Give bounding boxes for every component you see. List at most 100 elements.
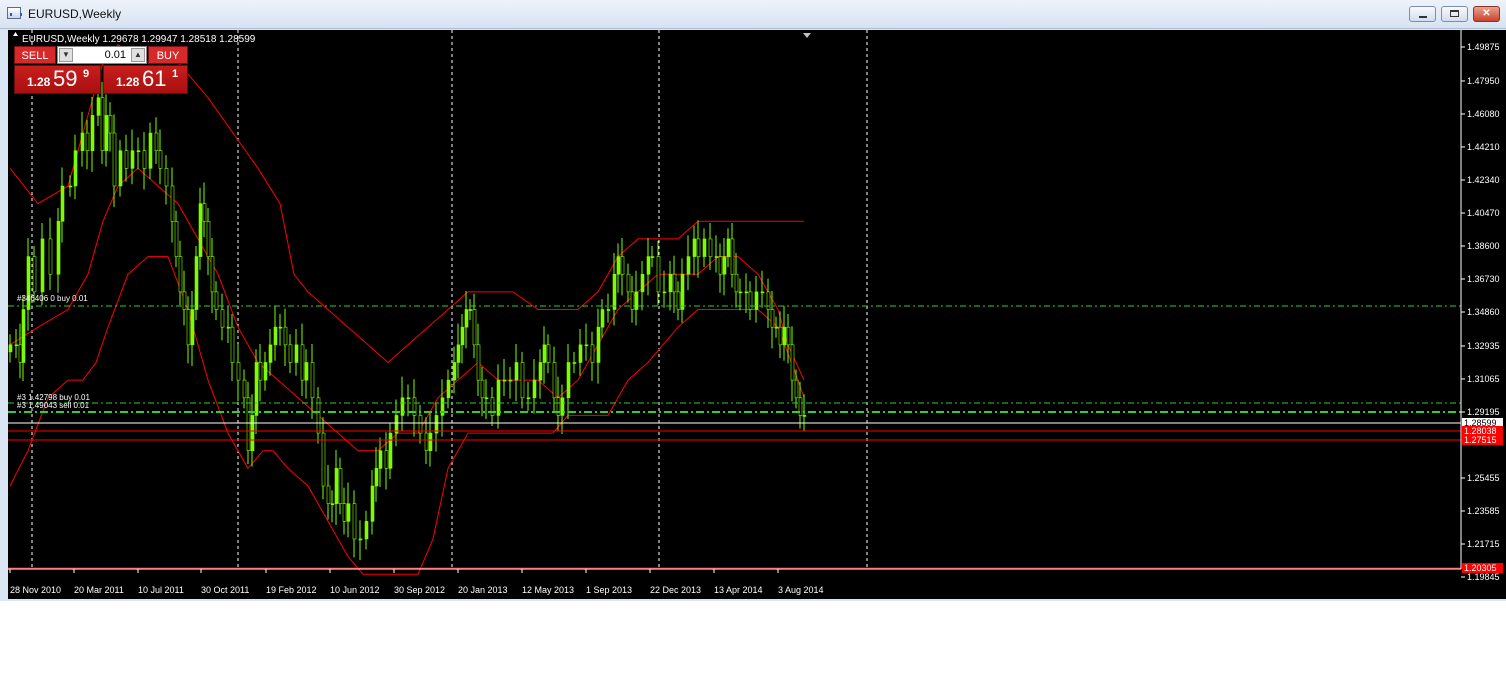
candle-body	[476, 344, 481, 381]
candle-body	[606, 309, 611, 311]
candle-body	[294, 344, 299, 363]
candle-body	[130, 150, 135, 169]
price-scale-label: 1.25455	[1467, 473, 1500, 483]
candle-body	[85, 132, 90, 151]
candle-body	[542, 344, 547, 363]
lot-decrease-icon[interactable]: ▼	[59, 48, 73, 62]
candle-body	[304, 362, 309, 381]
candle-body	[388, 432, 393, 469]
candle-body	[650, 256, 655, 258]
candle-body	[283, 326, 288, 346]
candle-body	[748, 291, 753, 310]
lot-size-stepper[interactable]: ▼ ▲	[57, 46, 147, 64]
candle-body	[468, 309, 473, 311]
minimize-icon[interactable]	[1409, 6, 1436, 22]
candle-body	[708, 238, 713, 257]
candle-body	[326, 485, 331, 504]
candle-body	[520, 362, 525, 399]
candle-body	[68, 185, 73, 188]
maximize-icon[interactable]	[1441, 6, 1468, 22]
candle-body	[460, 326, 465, 346]
candle-body	[786, 326, 791, 346]
candle-body	[214, 291, 219, 310]
sell-price-button[interactable]: 1.28 59 9	[14, 65, 101, 94]
candle-body	[364, 521, 369, 540]
candle-body	[190, 309, 195, 346]
candle-body	[268, 344, 273, 363]
candle-body	[472, 309, 477, 346]
date-scale-label: 10 Jun 2012	[330, 585, 380, 595]
candle-body	[514, 362, 519, 381]
candle-body	[754, 291, 759, 310]
price-scale-label: 1.40470	[1467, 208, 1500, 218]
price-chart[interactable]: #346406 0 buy 0.01#3 1.42798 buy 0.01#3 …	[8, 30, 1506, 599]
candle-body	[584, 344, 589, 347]
candle-body	[378, 450, 383, 469]
candle-body	[56, 220, 61, 275]
candle-body	[464, 309, 469, 328]
candle-body	[620, 256, 625, 275]
candle-body	[730, 238, 735, 275]
buy-price-button[interactable]: 1.28 61 1	[103, 65, 188, 94]
price-scale-label: 1.19845	[1467, 572, 1500, 582]
candle-body	[21, 309, 26, 363]
candle-body	[338, 468, 343, 504]
candle-body	[778, 326, 783, 346]
candle-body	[676, 291, 681, 310]
candle-body	[246, 397, 251, 452]
buy-button[interactable]: BUY	[148, 46, 188, 64]
candle-body	[96, 97, 101, 116]
candle-body	[680, 273, 685, 310]
price-tag-label: 1.27515	[1464, 435, 1497, 445]
candle-body	[330, 503, 335, 505]
candle-body	[692, 238, 697, 257]
candle-body	[726, 238, 731, 257]
candle-body	[8, 344, 13, 353]
candle-body	[370, 485, 375, 522]
candle-body	[80, 132, 85, 151]
sell-button[interactable]: SELL	[14, 46, 56, 64]
one-click-trading-panel: SELL ▼ ▲ BUY 1.28 59 9 1.28 61 1	[14, 46, 188, 94]
candle-body	[18, 344, 23, 363]
candle-body	[546, 344, 551, 363]
candle-body	[300, 344, 305, 381]
candle-body	[258, 362, 263, 381]
candle-body	[202, 203, 207, 222]
price-scale-label: 1.49875	[1467, 42, 1500, 52]
candle-body	[714, 256, 719, 258]
candle-body	[616, 256, 621, 275]
price-scale-label: 1.32935	[1467, 341, 1500, 351]
candle-body	[394, 415, 399, 434]
candle-body	[434, 415, 439, 434]
candle-body	[718, 256, 723, 275]
candle-body	[774, 326, 779, 329]
close-icon[interactable]	[1473, 6, 1500, 22]
price-scale-label: 1.36730	[1467, 274, 1500, 284]
candle-body	[572, 362, 577, 364]
date-scale-label: 30 Oct 2011	[201, 585, 249, 595]
candle-body	[630, 291, 635, 310]
candle-body	[250, 415, 255, 452]
title-bar[interactable]: EURUSD,Weekly	[0, 0, 1506, 29]
candle-body	[508, 379, 513, 382]
candle-body	[14, 344, 19, 347]
candle-body	[174, 220, 179, 257]
collapse-arrow-icon[interactable]	[13, 32, 18, 36]
candle-body	[526, 397, 531, 400]
price-scale-label: 1.44210	[1467, 142, 1500, 152]
candle-body	[552, 362, 557, 399]
sell-price-prefix: 1.28	[27, 75, 51, 89]
chart-area[interactable]: #346406 0 buy 0.01 #3 1.42798 buy 0.01 #3 …	[8, 30, 1506, 599]
date-scale-label: 20 Mar 2011	[74, 585, 124, 595]
lot-increase-icon[interactable]: ▲	[131, 48, 145, 62]
candle-body	[452, 362, 457, 381]
chart-shift-marker-icon[interactable]	[803, 33, 811, 38]
candle-body	[273, 326, 278, 346]
candle-body	[374, 468, 379, 487]
candle-body	[502, 379, 507, 382]
candle-body	[672, 273, 677, 293]
candle-body	[186, 309, 191, 346]
price-scale-label: 1.38600	[1467, 241, 1500, 251]
lot-size-input[interactable]	[76, 48, 126, 62]
buy-price-pips: 61	[142, 66, 167, 91]
